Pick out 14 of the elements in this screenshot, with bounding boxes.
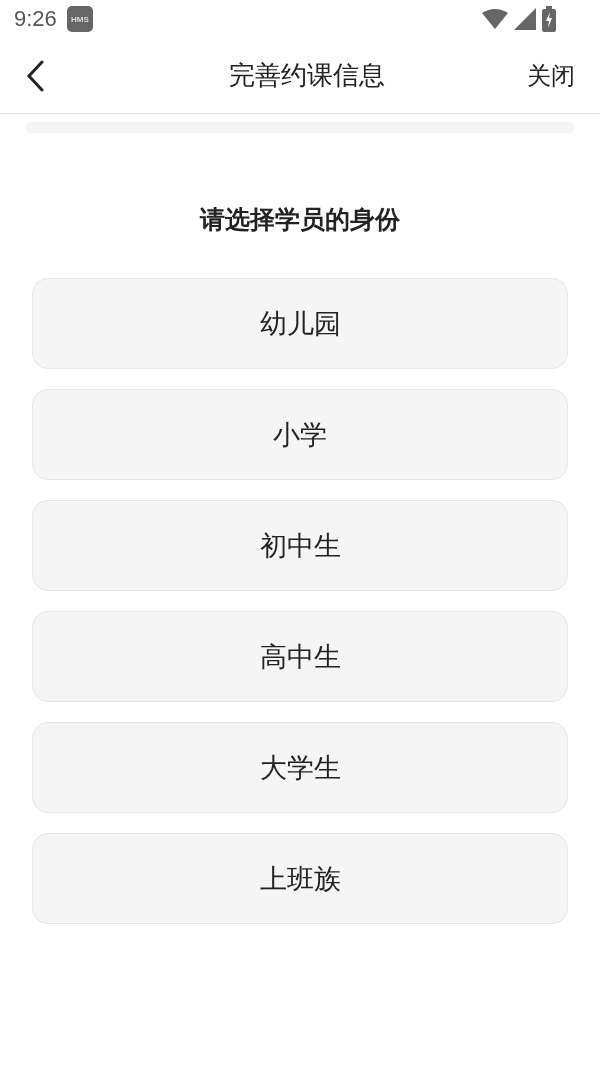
option-button[interactable]: 幼儿园 [32,278,568,369]
notification-badge: HMS [66,6,93,32]
option-button[interactable]: 小学 [32,389,568,480]
option-button[interactable]: 高中生 [32,611,568,702]
status-time: 9:26 [14,6,57,32]
close-button[interactable]: 关闭 [527,59,575,92]
option-button[interactable]: 上班族 [32,833,568,924]
question-heading: 请选择学员的身份 [198,204,401,236]
option-button[interactable]: 大学生 [32,722,568,813]
signal-icon [514,8,536,30]
option-button[interactable]: 初中生 [32,500,568,591]
battery-icon [542,6,556,32]
wifi-icon [482,9,508,29]
page-title: 完善约课信息 [227,59,386,92]
